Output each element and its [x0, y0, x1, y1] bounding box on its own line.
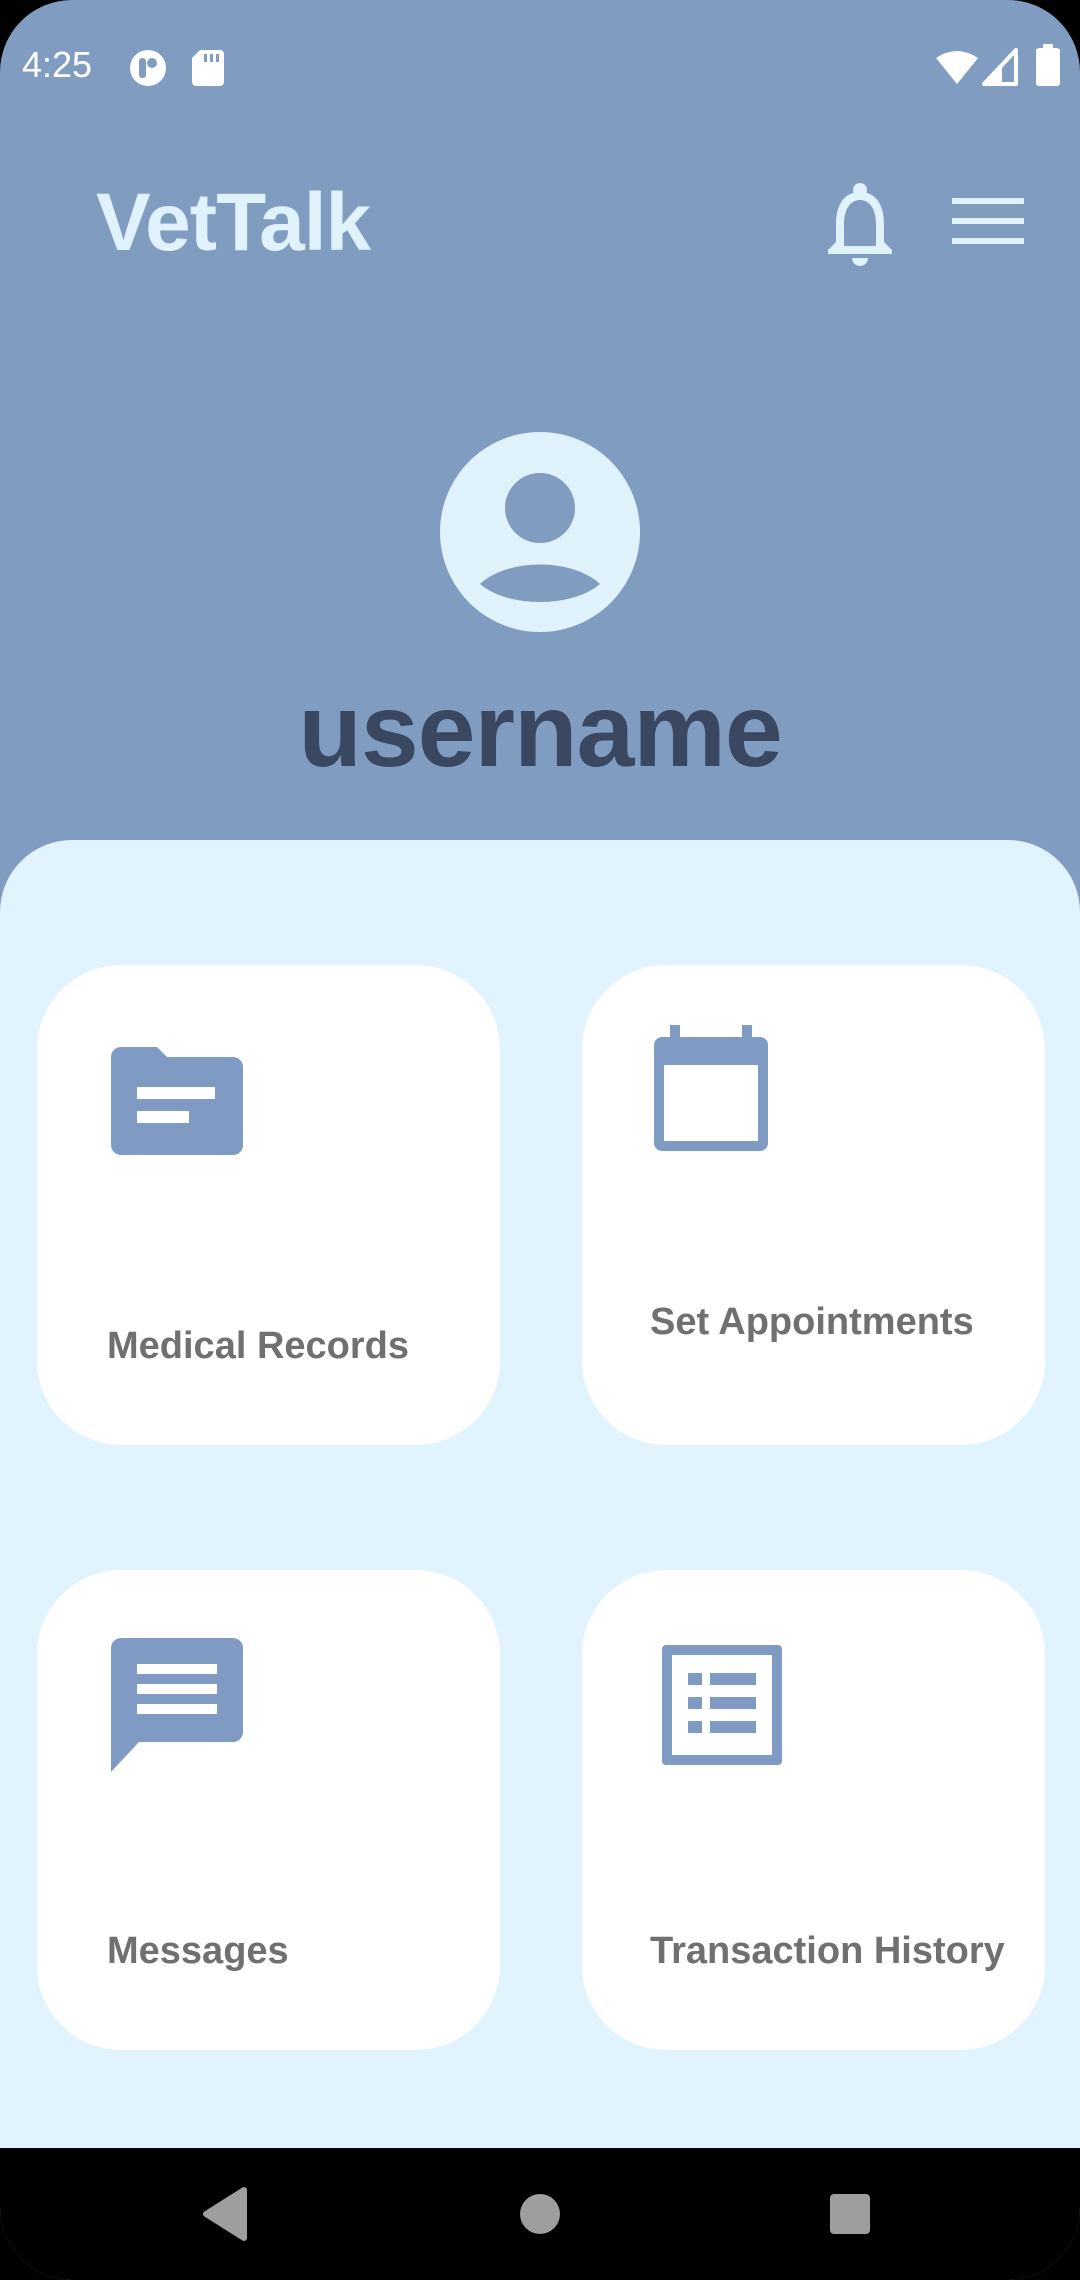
nav-home-button[interactable]: [518, 2192, 562, 2236]
recents-square-icon: [830, 2194, 870, 2234]
calendar-icon: [654, 1025, 768, 1151]
message-icon: [111, 1638, 243, 1772]
nav-back-button[interactable]: [200, 2186, 250, 2242]
app-notification-icon: [130, 50, 166, 86]
cellular-signal-icon: [982, 48, 1018, 86]
hamburger-menu-icon: [952, 198, 1024, 244]
back-triangle-icon: [203, 2187, 247, 2241]
menu-button[interactable]: [950, 194, 1026, 250]
wifi-icon: [936, 51, 978, 84]
battery-icon: [1036, 44, 1060, 86]
bell-icon: [828, 183, 892, 266]
sd-card-icon: [192, 50, 224, 86]
username: username: [298, 673, 782, 789]
card-label: Transaction History: [650, 1930, 1005, 1972]
phone-screen: 4:25 VetTalk username Medical Records Se…: [0, 0, 1080, 2280]
account-circle-icon: [440, 432, 640, 632]
transaction-history-card[interactable]: Transaction History: [582, 1570, 1045, 2050]
card-label: Set Appointments: [650, 1301, 974, 1343]
card-label: Medical Records: [107, 1325, 409, 1367]
messages-card[interactable]: Messages: [37, 1570, 500, 2050]
medical-records-card[interactable]: Medical Records: [37, 965, 500, 1445]
set-appointments-card[interactable]: Set Appointments: [582, 965, 1045, 1445]
status-bar: 4:25: [0, 0, 1080, 136]
card-label: Messages: [107, 1930, 289, 1972]
folder-icon: [111, 1047, 243, 1155]
home-circle-icon: [520, 2194, 560, 2234]
status-time: 4:25: [22, 44, 93, 85]
list-icon: [662, 1645, 782, 1765]
nav-recents-button[interactable]: [828, 2192, 872, 2236]
notifications-button[interactable]: [820, 180, 900, 270]
app-title: VetTalk: [96, 177, 371, 268]
system-nav-bar: [0, 2148, 1080, 2280]
menu-panel: Medical Records Set Appointments Message…: [0, 840, 1080, 2150]
